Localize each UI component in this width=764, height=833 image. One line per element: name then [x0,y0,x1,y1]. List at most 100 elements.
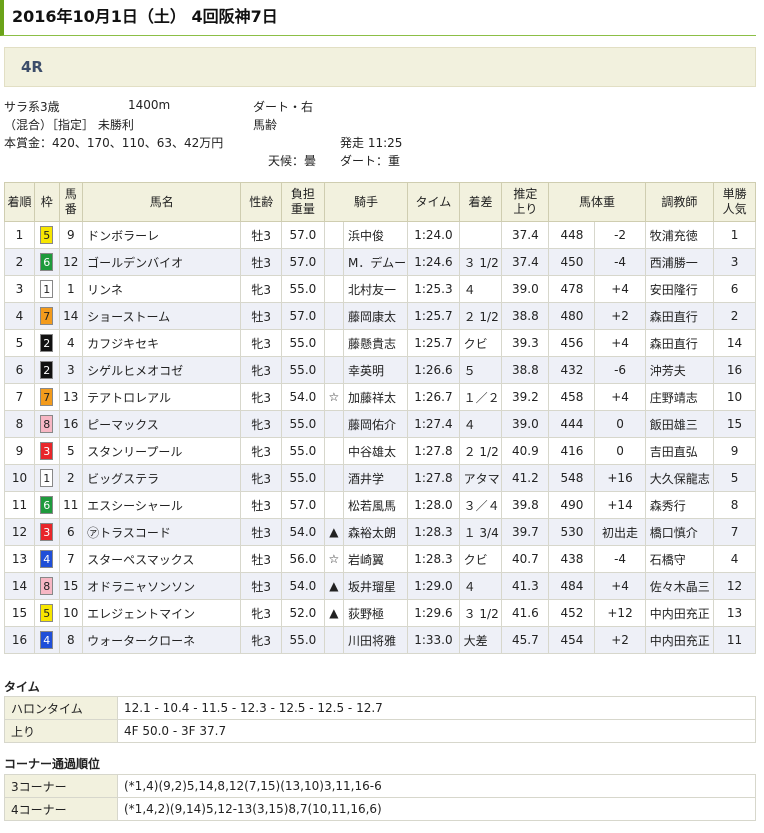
horse-name-link[interactable]: ㋐トラスコード [82,518,242,546]
jockey-name-link[interactable]: 幸英明 [343,356,409,384]
table-row: 4 7 14 ショーストーム 牡3 57.0 藤岡康太 1:25.7 ２ 1/2 38.8 480 +… [4,302,756,330]
finish-time: 1:28.0 [407,491,460,519]
trainer-name-link[interactable]: 森秀行 [644,491,715,519]
horse-name-link[interactable]: ウォータークローネ [82,626,242,654]
jockey-name-link[interactable]: 岩崎翼 [343,545,409,573]
col-header-body-weight: 馬体重 [548,182,646,222]
result-position: 3 [4,275,35,303]
horse-name-link[interactable]: オドラニャソンソン [82,572,242,600]
waku-cell: 2 [33,356,60,384]
margin: クビ [458,545,503,573]
margin: １ 3/4 [458,518,503,546]
trainer-name-link[interactable]: 石橋守 [644,545,715,573]
jockey-name-link[interactable]: 藤岡康太 [343,302,409,330]
horse-name-link[interactable]: シゲルヒメオコゼ [82,356,242,384]
sex-age: 牡3 [240,545,283,573]
trainer-name-link[interactable]: 橋口慎介 [644,518,715,546]
trainer-name-link[interactable]: 吉田直弘 [644,437,715,465]
finish-time: 1:29.6 [407,599,460,627]
trainer-name-link[interactable]: 安田隆行 [644,275,715,303]
horse-name-link[interactable]: スタンリープール [82,437,242,465]
finish-time: 1:33.0 [407,626,460,654]
jockey-name-link[interactable]: 中谷雄太 [343,437,409,465]
trainer-name-link[interactable]: 森田直行 [644,329,715,357]
last-time-value: 4F 50.0 - 3F 37.7 [117,719,756,743]
body-weight: 484 [548,572,596,600]
finish-time: 1:27.8 [407,464,460,492]
waku-badge: 5 [40,226,54,244]
trainer-name-link[interactable]: 牧浦充徳 [644,221,715,249]
trainer-name-link[interactable]: 沖芳夫 [644,356,715,384]
horse-name-link[interactable]: ゴールデンバイオ [82,248,242,276]
result-position: 1 [4,221,35,249]
carried-weight: 55.0 [281,356,325,384]
waku-badge: 3 [40,523,54,541]
horse-number: 16 [58,410,84,438]
waku-cell: 2 [33,329,60,357]
trainer-name-link[interactable]: 森田直行 [644,302,715,330]
time-table: ハロンタイム 12.1 - 10.4 - 11.5 - 12.3 - 12.5 … [4,696,756,743]
jockey-name-link[interactable]: 川田将雅 [343,626,409,654]
body-weight-diff: +2 [594,302,646,330]
furlong-time-label: ハロンタイム [4,696,118,720]
jockey-name-link[interactable]: 松若風馬 [343,491,409,519]
finish-time: 1:24.6 [407,248,460,276]
last-3f: 37.4 [501,248,550,276]
waku-cell: 6 [33,491,60,519]
margin: ４ [458,572,503,600]
sex-age: 牡3 [240,221,283,249]
jockey-name-link[interactable]: 荻野極 [343,599,409,627]
jockey-name-link[interactable]: M．デムーロ [343,248,409,276]
horse-name-link[interactable]: テアトロレアル [82,383,242,411]
jockey-name-link[interactable]: 坂井瑠星 [343,572,409,600]
apprentice-mark [323,221,345,249]
horse-name-link[interactable]: リンネ [82,275,242,303]
waku-badge: 4 [40,550,54,568]
apprentice-mark [323,437,345,465]
apprentice-mark [323,302,345,330]
carried-weight: 55.0 [281,275,325,303]
trainer-name-link[interactable]: 中内田充正 [644,626,715,654]
horse-name-link[interactable]: カフジキセキ [82,329,242,357]
apprentice-mark [323,626,345,654]
popularity: 14 [713,329,756,357]
apprentice-mark: ▲ [323,599,345,627]
margin: アタマ [458,464,503,492]
carried-weight: 55.0 [281,437,325,465]
col-header-waku: 枠 [33,182,60,222]
race-distance: 1400m [128,98,171,112]
jockey-name-link[interactable]: 酒井学 [343,464,409,492]
horse-name-link[interactable]: ビッグステラ [82,464,242,492]
carried-weight: 55.0 [281,329,325,357]
popularity: 1 [713,221,756,249]
jockey-name-link[interactable]: 藤岡佑介 [343,410,409,438]
horse-name-link[interactable]: スターペスマックス [82,545,242,573]
last-3f: 39.7 [501,518,550,546]
trainer-name-link[interactable]: 庄野靖志 [644,383,715,411]
horse-name-link[interactable]: ドンボラーレ [82,221,242,249]
horse-name-link[interactable]: ショーストーム [82,302,242,330]
results-table: 着順 枠 馬番 馬名 性齢 負担 重量 騎手 タイム 着差 推定 上り 馬体重 調教… [4,182,756,654]
trainer-name-link[interactable]: 西浦勝一 [644,248,715,276]
jockey-name-link[interactable]: 北村友一 [343,275,409,303]
sex-age: 牝3 [240,329,283,357]
trainer-name-link[interactable]: 中内田充正 [644,599,715,627]
table-row: 2612ゴールデンバイオ牡357.0 M．デムーロ1:24.6３ 1/237.44… [4,248,756,276]
race-class: サラ系3歳 [4,100,60,114]
horse-name-link[interactable]: エスシーシャール [82,491,242,519]
trainer-name-link[interactable]: 大久保龍志 [644,464,715,492]
waku-cell: 4 [33,626,60,654]
jockey-name-link[interactable]: 藤懸貴志 [343,329,409,357]
horse-name-link[interactable]: ピーマックス [82,410,242,438]
jockey-name-link[interactable]: 森裕太朗 [343,518,409,546]
sex-age: 牝3 [240,410,283,438]
trainer-name-link[interactable]: 佐々木晶三 [644,572,715,600]
table-row: 7 7 13 テアトロレアル 牝3 54.0 ☆ 加藤祥太 1:26.7 １／２ 39.2 458 +4… [4,383,756,411]
col-header-position: 着順 [4,182,35,222]
col-header-last3f: 推定 上り [501,182,550,222]
jockey-name-link[interactable]: 浜中俊 [343,221,409,249]
horse-number: 8 [58,626,84,654]
jockey-name-link[interactable]: 加藤祥太 [343,383,409,411]
trainer-name-link[interactable]: 飯田雄三 [644,410,715,438]
horse-name-link[interactable]: エレジェントマイン [82,599,242,627]
